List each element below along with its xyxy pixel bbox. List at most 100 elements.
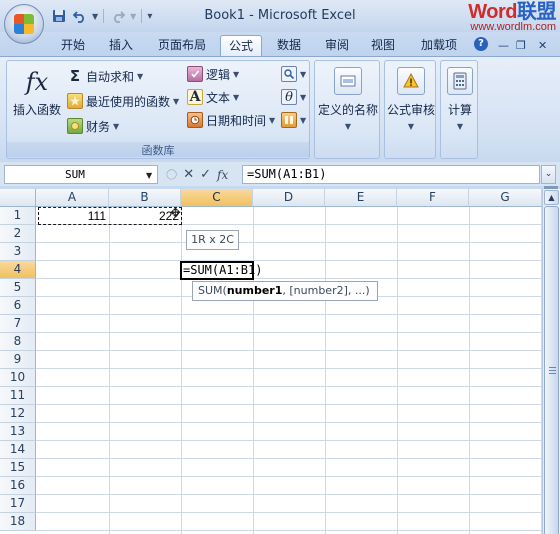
text-dropdown-icon: ▼ [233, 92, 240, 102]
calculation-button[interactable]: 计算 ▼ [441, 67, 479, 131]
logical-book-icon [187, 66, 203, 82]
more-functions-icon [281, 112, 297, 128]
logical-dropdown-icon: ▼ [233, 69, 240, 79]
tooltip-current-arg: number1 [226, 284, 283, 297]
text-label: 文本 [206, 90, 231, 105]
column-header-c[interactable]: C [181, 189, 253, 207]
column-header-f[interactable]: F [397, 189, 469, 207]
row-header-9[interactable]: 9 [0, 351, 36, 369]
save-icon[interactable] [50, 7, 68, 25]
row-header-11[interactable]: 11 [0, 387, 36, 405]
tab-page-layout[interactable]: 页面布局 [150, 35, 214, 56]
row-header-1[interactable]: 1 [0, 207, 36, 225]
cell-c4-edit-text[interactable]: =SUM(A1:B1) [183, 262, 262, 279]
column-header-e[interactable]: E [325, 189, 397, 207]
worksheet-grid[interactable]: A B C D E F G 1 2 3 4 5 6 7 8 9 10 11 12… [0, 189, 542, 534]
column-header-d[interactable]: D [253, 189, 325, 207]
name-box-dropdown-icon[interactable]: ▼ [146, 171, 152, 180]
column-header-a[interactable]: A [36, 189, 109, 207]
undo-icon[interactable] [71, 7, 89, 25]
function-signature-tooltip[interactable]: SUM(number1, [number2], ...) [192, 281, 378, 301]
row-header-5[interactable]: 5 [0, 279, 36, 297]
lookup-button[interactable]: ▼ [281, 64, 306, 84]
datetime-button[interactable]: 日期和时间 ▼ [187, 110, 275, 130]
scrollbar-thumb[interactable] [544, 206, 559, 534]
tab-formulas[interactable]: 公式 [220, 35, 262, 56]
grid-line [36, 260, 542, 261]
row-header-6[interactable]: 6 [0, 297, 36, 315]
name-box[interactable]: SUM [4, 165, 158, 184]
math-trig-dropdown-icon: ▼ [300, 92, 307, 102]
row-header-15[interactable]: 15 [0, 459, 36, 477]
tab-view[interactable]: 视图 [364, 35, 402, 56]
calculation-label: 计算 [447, 103, 472, 117]
grid-line [36, 350, 542, 351]
defined-names-label: 定义的名称 [317, 103, 378, 117]
expand-formula-bar-icon[interactable]: ⌄ [541, 165, 556, 184]
insert-function-button[interactable]: fx 插入函数 [9, 67, 65, 118]
row-header-3[interactable]: 3 [0, 243, 36, 261]
row-header-4[interactable]: 4 [0, 261, 36, 279]
office-button[interactable] [4, 4, 44, 44]
grid-line [109, 207, 110, 534]
customize-qat-icon[interactable]: ▾ [147, 11, 152, 22]
row-header-17[interactable]: 17 [0, 495, 36, 513]
financial-button[interactable]: 财务 ▼ [67, 116, 119, 136]
group-formula-auditing: 公式审核 ▼ [384, 60, 436, 159]
row-header-13[interactable]: 13 [0, 423, 36, 441]
insert-function-fx-icon[interactable]: fx [217, 168, 228, 182]
star-book-icon [67, 93, 83, 109]
help-icon[interactable]: ? [474, 37, 488, 51]
row-header-16[interactable]: 16 [0, 477, 36, 495]
restore-window-icon[interactable]: ❐ [516, 39, 526, 52]
logical-button[interactable]: 逻辑 ▼ [187, 64, 239, 84]
row-header-7[interactable]: 7 [0, 315, 36, 333]
select-all-corner[interactable] [0, 189, 36, 207]
redo-icon[interactable] [109, 7, 127, 25]
recently-used-dropdown-icon: ▼ [173, 96, 180, 106]
grid-line [36, 332, 542, 333]
formula-auditing-button[interactable]: 公式审核 ▼ [385, 67, 437, 131]
cancel-edit-icon[interactable]: ✕ [183, 167, 194, 182]
formula-input[interactable]: =SUM(A1:B1) [242, 165, 540, 184]
row-header-10[interactable]: 10 [0, 369, 36, 387]
tab-addins[interactable]: 加载项 [414, 35, 464, 56]
confirm-edit-icon[interactable]: ✓ [200, 167, 211, 182]
more-functions-dropdown-icon: ▼ [300, 115, 307, 125]
redo-dropdown-icon[interactable]: ▼ [130, 12, 136, 21]
close-window-icon[interactable]: ✕ [538, 39, 547, 52]
vertical-scrollbar[interactable]: ▲ [542, 189, 560, 534]
tab-home[interactable]: 开始 [54, 35, 92, 56]
financial-dropdown-icon: ▼ [113, 121, 120, 131]
autosum-button[interactable]: Σ 自动求和 ▼ [67, 66, 143, 86]
fx-icon: fx [25, 68, 49, 96]
formula-bar-grip-icon: ◯ [166, 169, 178, 180]
watermark-logo: Word联盟 [468, 1, 556, 23]
tab-insert[interactable]: 插入 [102, 35, 140, 56]
undo-dropdown-icon[interactable]: ▼ [92, 12, 98, 21]
row-header-2[interactable]: 2 [0, 225, 36, 243]
more-functions-button[interactable]: ▼ [281, 110, 306, 130]
formula-auditing-label: 公式审核 [386, 103, 435, 117]
group-function-library: fx 插入函数 Σ 自动求和 ▼ 最近使用的函数 ▼ 财务 ▼ 逻辑 ▼ A 文… [6, 60, 310, 159]
tab-data[interactable]: 数据 [270, 35, 308, 56]
text-button[interactable]: A 文本 ▼ [187, 87, 239, 107]
recently-used-button[interactable]: 最近使用的函数 ▼ [67, 91, 179, 111]
grid-line [397, 207, 398, 534]
recently-used-label: 最近使用的函数 [86, 94, 171, 109]
row-header-14[interactable]: 14 [0, 441, 36, 459]
qat-separator [141, 9, 143, 23]
grid-line [36, 386, 542, 387]
column-header-b[interactable]: B [109, 189, 181, 207]
lookup-magnifier-icon [281, 66, 297, 82]
row-header-12[interactable]: 12 [0, 405, 36, 423]
row-header-8[interactable]: 8 [0, 333, 36, 351]
math-trig-button[interactable]: θ ▼ [281, 87, 306, 107]
defined-names-button[interactable]: 定义的名称 ▼ [317, 67, 379, 131]
logical-label: 逻辑 [206, 67, 231, 82]
column-header-g[interactable]: G [469, 189, 542, 207]
tab-review[interactable]: 审阅 [318, 35, 356, 56]
row-header-18[interactable]: 18 [0, 513, 36, 531]
minimize-ribbon-icon[interactable]: — [498, 39, 509, 52]
scroll-up-arrow-icon[interactable]: ▲ [544, 190, 559, 205]
